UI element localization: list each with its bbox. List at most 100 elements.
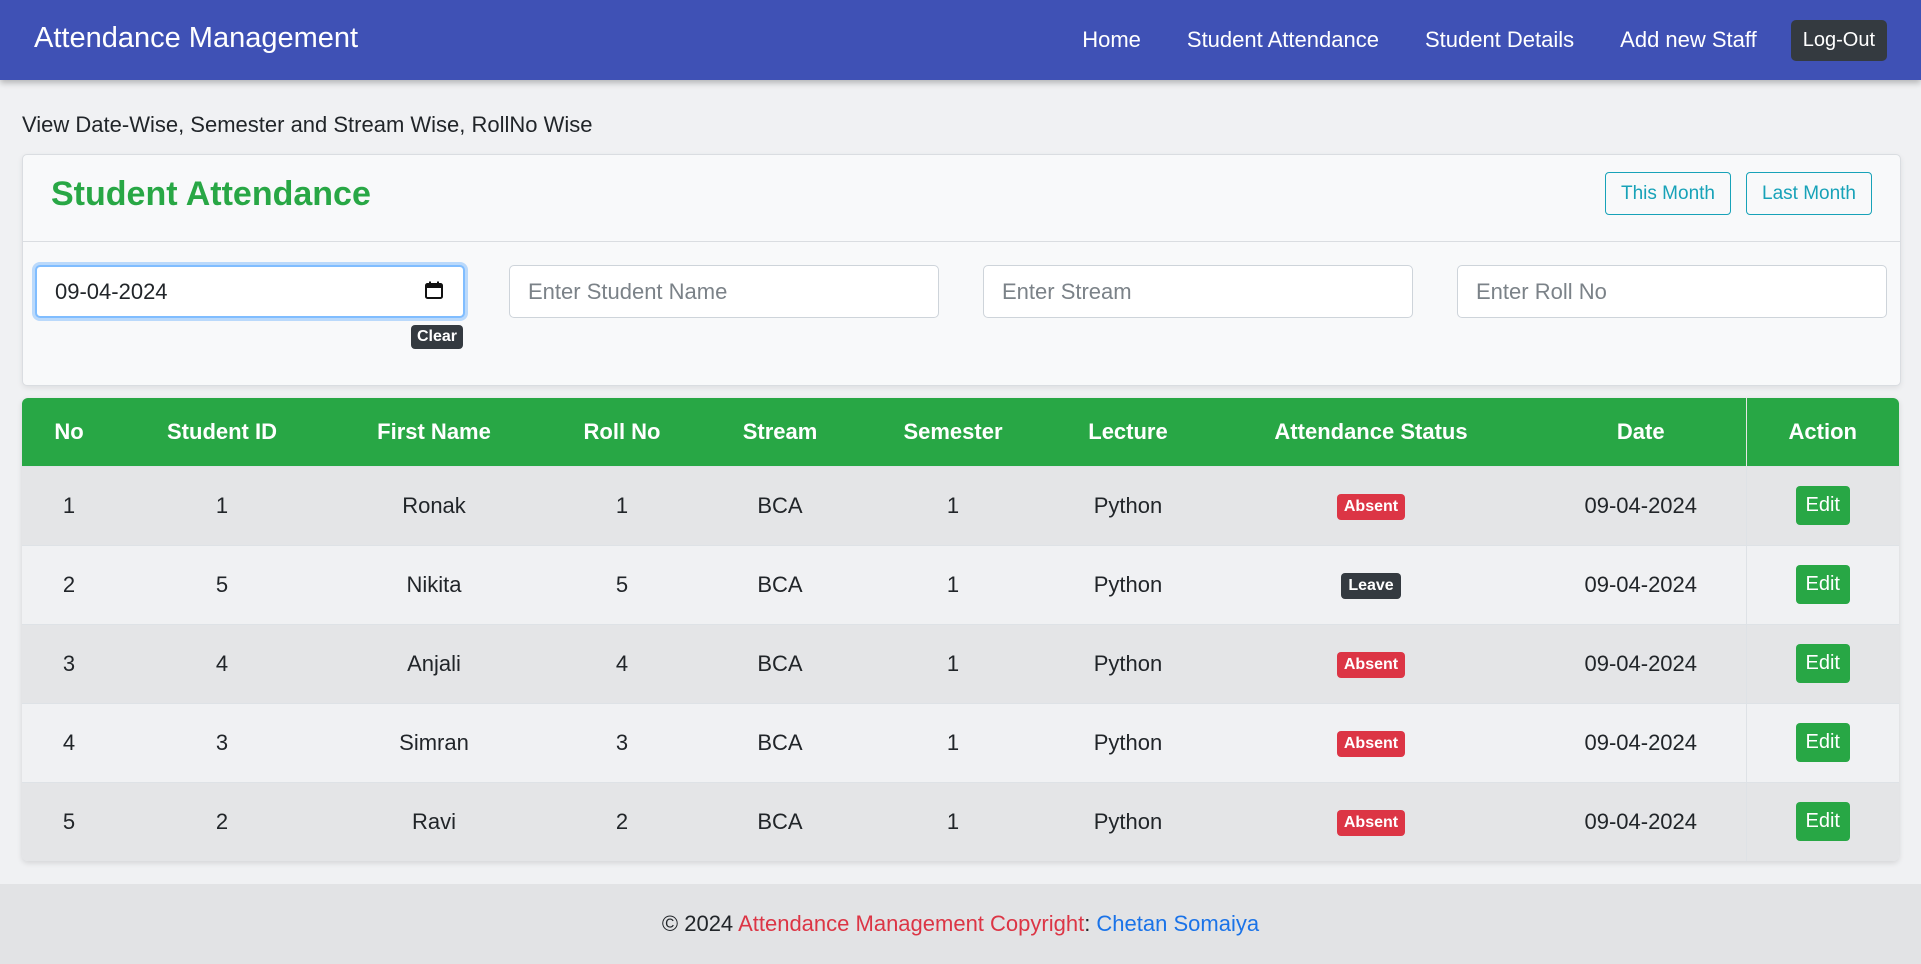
- date-input-value: 09-04-2024: [55, 278, 168, 304]
- footer-separator: :: [1084, 911, 1097, 936]
- cell-status: Absent: [1206, 623, 1536, 703]
- cell-stream: BCA: [704, 781, 856, 861]
- last-month-button[interactable]: Last Month: [1746, 172, 1872, 215]
- date-input[interactable]: 09-04-2024: [35, 265, 465, 318]
- cell-lecture: Python: [1050, 465, 1206, 545]
- cell-roll-no: 2: [540, 781, 704, 861]
- nav-add-new-staff[interactable]: Add new Staff: [1620, 27, 1757, 53]
- header-roll-no: Roll No: [583, 418, 661, 444]
- cell-student-id: 2: [116, 781, 328, 861]
- cell-no: 5: [22, 781, 116, 861]
- table-row: 5 2 Ravi 2 BCA 1 Python Absent 09-04-202…: [22, 781, 1899, 861]
- cell-action: Edit: [1745, 623, 1899, 703]
- cell-lecture: Python: [1050, 781, 1206, 861]
- card-header: Student Attendance This Month Last Month: [23, 155, 1900, 242]
- header-date: Date: [1616, 418, 1665, 444]
- cell-action: Edit: [1745, 781, 1899, 861]
- attendance-table-container: No Student ID First Name Roll No Stream …: [22, 398, 1899, 861]
- table-row: 2 5 Nikita 5 BCA 1 Python Leave 09-04-20…: [22, 544, 1899, 624]
- this-month-button[interactable]: This Month: [1605, 172, 1731, 215]
- roll-no-input[interactable]: Enter Roll No: [1457, 265, 1887, 318]
- cell-status: Leave: [1206, 544, 1536, 624]
- cell-roll-no: 3: [540, 702, 704, 782]
- edit-button[interactable]: Edit: [1795, 802, 1850, 842]
- status-badge-leave: Leave: [1341, 573, 1401, 599]
- cell-semester: 1: [856, 465, 1050, 545]
- table-row: 1 1 Ronak 1 BCA 1 Python Absent 09-04-20…: [22, 465, 1899, 545]
- stream-input[interactable]: Enter Stream: [983, 265, 1413, 318]
- cell-semester: 1: [856, 623, 1050, 703]
- brand-title[interactable]: Attendance Management: [34, 22, 358, 55]
- cell-first-name: Nikita: [328, 544, 540, 624]
- footer: © 2024 Attendance Management Copyright: …: [0, 884, 1921, 964]
- cell-action: Edit: [1745, 544, 1899, 624]
- header-stream: Stream: [742, 418, 818, 444]
- header-student-id: Student ID: [167, 418, 277, 444]
- cell-status: Absent: [1206, 702, 1536, 782]
- nav-links: Home Student Attendance Student Details …: [1036, 0, 1887, 80]
- student-name-input[interactable]: Enter Student Name: [509, 265, 939, 318]
- cell-no: 3: [22, 623, 116, 703]
- cell-student-id: 5: [116, 544, 328, 624]
- cell-status: Absent: [1206, 781, 1536, 861]
- footer-app-copyright: Attendance Management Copyright: [738, 911, 1085, 936]
- cell-student-id: 4: [116, 623, 328, 703]
- edit-button[interactable]: Edit: [1795, 565, 1850, 604]
- cell-date: 09-04-2024: [1536, 544, 1746, 624]
- page-subtitle: View Date-Wise, Semester and Stream Wise…: [22, 112, 593, 137]
- cell-lecture: Python: [1050, 623, 1206, 703]
- cell-first-name: Anjali: [328, 623, 540, 703]
- cell-date: 09-04-2024: [1536, 465, 1746, 545]
- status-badge-absent: Absent: [1336, 652, 1406, 678]
- filter-card: Student Attendance This Month Last Month…: [22, 154, 1901, 386]
- status-badge-absent: Absent: [1336, 810, 1406, 837]
- cell-no: 1: [22, 465, 116, 545]
- cell-stream: BCA: [704, 623, 856, 703]
- cell-roll-no: 4: [540, 623, 704, 703]
- header-no: No: [54, 418, 84, 444]
- attendance-table: No Student ID First Name Roll No Stream …: [22, 398, 1899, 861]
- nav-student-details[interactable]: Student Details: [1425, 27, 1574, 53]
- cell-no: 4: [22, 702, 116, 782]
- edit-button[interactable]: Edit: [1795, 486, 1850, 525]
- cell-roll-no: 5: [540, 544, 704, 624]
- card-title: Student Attendance: [51, 175, 371, 213]
- header-lecture: Lecture: [1088, 418, 1168, 444]
- cell-first-name: Simran: [328, 702, 540, 782]
- header-action: Action: [1745, 398, 1899, 466]
- calendar-icon[interactable]: [425, 281, 443, 299]
- header-first-name: First Name: [377, 418, 491, 444]
- status-badge-absent: Absent: [1336, 494, 1406, 520]
- cell-action: Edit: [1745, 465, 1899, 545]
- header-semester: Semester: [903, 418, 1003, 444]
- header-attendance-status: Attendance Status: [1274, 418, 1468, 444]
- cell-first-name: Ronak: [328, 465, 540, 545]
- cell-student-id: 1: [116, 465, 328, 545]
- cell-stream: BCA: [704, 465, 856, 545]
- cell-no: 2: [22, 544, 116, 624]
- cell-date: 09-04-2024: [1536, 781, 1746, 861]
- navbar: Attendance Management Home Student Atten…: [0, 0, 1921, 80]
- cell-lecture: Python: [1050, 544, 1206, 624]
- status-badge-absent: Absent: [1336, 731, 1406, 757]
- footer-copyright-year: © 2024: [661, 911, 739, 936]
- nav-student-attendance[interactable]: Student Attendance: [1187, 27, 1379, 53]
- edit-button[interactable]: Edit: [1795, 644, 1850, 683]
- edit-button[interactable]: Edit: [1795, 723, 1850, 762]
- logout-button[interactable]: Log-Out: [1790, 19, 1887, 61]
- cell-status: Absent: [1206, 465, 1536, 545]
- cell-stream: BCA: [704, 544, 856, 624]
- cell-semester: 1: [856, 781, 1050, 861]
- cell-roll-no: 1: [540, 465, 704, 545]
- clear-date-button[interactable]: Clear: [411, 325, 464, 349]
- table-row: 4 3 Simran 3 BCA 1 Python Absent 09-04-2…: [22, 702, 1899, 782]
- cell-date: 09-04-2024: [1536, 623, 1746, 703]
- cell-date: 09-04-2024: [1536, 702, 1746, 782]
- table-row: 3 4 Anjali 4 BCA 1 Python Absent 09-04-2…: [22, 623, 1899, 703]
- cell-semester: 1: [856, 544, 1050, 624]
- cell-first-name: Ravi: [328, 781, 540, 861]
- cell-lecture: Python: [1050, 702, 1206, 782]
- footer-author-link[interactable]: Chetan Somaiya: [1096, 911, 1259, 936]
- nav-home[interactable]: Home: [1082, 27, 1141, 53]
- table-header-row: No Student ID First Name Roll No Stream …: [22, 398, 1899, 466]
